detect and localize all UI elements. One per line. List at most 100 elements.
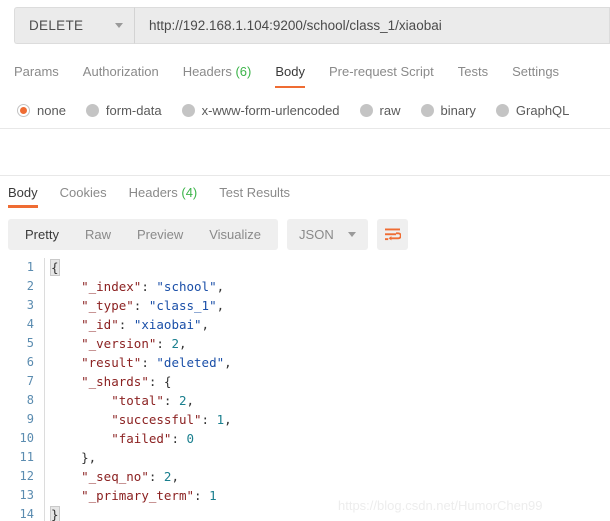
code-line: 12 "_seq_no": 2, xyxy=(0,467,610,486)
tab-count-badge: (4) xyxy=(177,184,198,200)
body-type-label: GraphQL xyxy=(515,102,570,118)
wrap-lines-icon xyxy=(384,228,401,240)
code-token: "_type" xyxy=(81,298,134,313)
http-method-label: DELETE xyxy=(29,18,84,33)
code-token: "class_1" xyxy=(148,298,217,313)
code-text: { xyxy=(45,258,60,277)
watermark: https://blog.csdn.net/HumorChen99 xyxy=(338,498,543,513)
request-tab-headers[interactable]: Headers (6) xyxy=(183,64,252,88)
body-type-raw[interactable]: raw xyxy=(359,103,401,118)
code-token: , xyxy=(201,317,210,332)
line-number: 11 xyxy=(19,450,34,464)
tab-label: Test Results xyxy=(219,184,291,200)
code-token: : xyxy=(201,412,217,427)
line-number: 10 xyxy=(19,431,34,445)
response-tab-test-results[interactable]: Test Results xyxy=(219,185,290,208)
request-url-bar: DELETE http://192.168.1.104:9200/school/… xyxy=(0,7,610,44)
body-type-label: form-data xyxy=(105,102,162,118)
tab-label: Pre-request Script xyxy=(328,64,434,79)
response-toolbar: Pretty Raw Preview Visualize JSON xyxy=(0,218,610,250)
tab-label: Settings xyxy=(512,64,560,79)
code-token: "_shards" xyxy=(81,374,149,389)
tab-label: Body xyxy=(275,64,305,79)
code-text: "_index": "school", xyxy=(45,277,224,296)
request-tab-settings[interactable]: Settings xyxy=(512,64,559,88)
request-tab-params[interactable]: Params xyxy=(14,64,59,88)
request-tab-body[interactable]: Body xyxy=(275,64,305,88)
line-number: 2 xyxy=(26,279,34,293)
body-type-label: none xyxy=(37,102,66,118)
http-method-select[interactable]: DELETE xyxy=(14,7,134,44)
code-token: , xyxy=(216,298,225,313)
code-token: "_seq_no" xyxy=(81,469,149,484)
body-type-none[interactable]: none xyxy=(17,103,66,118)
chevron-down-icon xyxy=(115,23,123,28)
code-token: "_primary_term" xyxy=(81,488,194,503)
request-tab-authorization[interactable]: Authorization xyxy=(83,64,159,88)
body-type-graphql[interactable]: GraphQL xyxy=(495,102,570,118)
view-mode-visualize[interactable]: Visualize xyxy=(196,227,274,242)
code-token: 2 xyxy=(178,393,187,408)
line-number: 6 xyxy=(26,355,34,369)
code-text: "_type": "class_1", xyxy=(45,296,224,315)
divider-response-top xyxy=(0,175,610,176)
response-tab-cookies[interactable]: Cookies xyxy=(60,185,107,208)
code-token: , xyxy=(171,469,179,484)
body-type-label: binary xyxy=(440,102,476,118)
body-type-form-data[interactable]: form-data xyxy=(85,102,162,118)
code-token: "school" xyxy=(156,279,217,294)
radio-icon xyxy=(181,103,195,117)
code-token: 2 xyxy=(171,336,179,351)
tab-label: Headers xyxy=(128,184,178,200)
view-mode-pretty[interactable]: Pretty xyxy=(12,227,72,242)
tab-label: Authorization xyxy=(82,64,159,79)
response-tab-body[interactable]: Body xyxy=(8,185,38,208)
code-token: "result" xyxy=(81,355,142,370)
view-mode-raw[interactable]: Raw xyxy=(72,227,124,242)
view-mode-preview[interactable]: Preview xyxy=(124,227,196,242)
code-line: 1{ xyxy=(0,258,610,277)
code-line: 2 "_index": "school", xyxy=(0,277,610,296)
code-token: "total" xyxy=(111,393,164,408)
request-tabs: Params Authorization Headers (6) Body Pre-re… xyxy=(0,60,610,92)
code-token: 0 xyxy=(186,431,195,446)
code-text: "_primary_term": 1 xyxy=(45,486,217,505)
code-token: { xyxy=(50,259,60,276)
line-number: 4 xyxy=(26,317,34,331)
code-text: "_shards": { xyxy=(45,372,171,391)
request-tab-tests[interactable]: Tests xyxy=(458,64,488,88)
code-token: : xyxy=(194,488,210,503)
code-token: , xyxy=(186,393,195,408)
code-line: 9 "successful": 1, xyxy=(0,410,610,429)
response-format-select[interactable]: JSON xyxy=(287,218,368,250)
code-line: 6 "result": "deleted", xyxy=(0,353,610,372)
code-token: , xyxy=(216,279,225,294)
body-type-binary[interactable]: binary xyxy=(420,102,476,118)
tab-count-badge: (6) xyxy=(231,64,252,79)
code-token: "_index" xyxy=(81,279,142,294)
code-token: "successful" xyxy=(111,412,202,427)
response-body-code-viewer[interactable]: 1{2 "_index": "school", 3 "_type": "class… xyxy=(0,258,610,521)
response-format-label: JSON xyxy=(299,226,334,242)
line-number: 12 xyxy=(19,469,34,483)
code-token: "failed" xyxy=(111,431,172,446)
radio-icon xyxy=(17,103,30,117)
request-url-input[interactable]: http://192.168.1.104:9200/school/class_1… xyxy=(134,7,610,44)
request-url-text: http://192.168.1.104:9200/school/class_1… xyxy=(149,18,442,33)
code-line: 7 "_shards": { xyxy=(0,372,610,391)
response-tab-headers[interactable]: Headers (4) xyxy=(129,185,198,208)
code-token: : xyxy=(148,469,164,484)
body-type-label: x-www-form-urlencoded xyxy=(201,102,340,118)
code-line: 11 }, xyxy=(0,448,610,467)
code-token: , xyxy=(178,336,187,351)
radio-icon xyxy=(420,103,434,117)
code-token: : xyxy=(133,298,149,313)
body-type-x-www-form-urlencoded[interactable]: x-www-form-urlencoded xyxy=(181,102,340,118)
request-tab-pre-request-script[interactable]: Pre-request Script xyxy=(329,64,434,88)
code-line: 10 "failed": 0 xyxy=(0,429,610,448)
code-token: }, xyxy=(81,450,97,465)
code-token: : xyxy=(141,355,157,370)
code-token: 1 xyxy=(209,488,217,503)
wrap-lines-button[interactable] xyxy=(376,218,408,250)
tab-label: Body xyxy=(8,184,38,200)
